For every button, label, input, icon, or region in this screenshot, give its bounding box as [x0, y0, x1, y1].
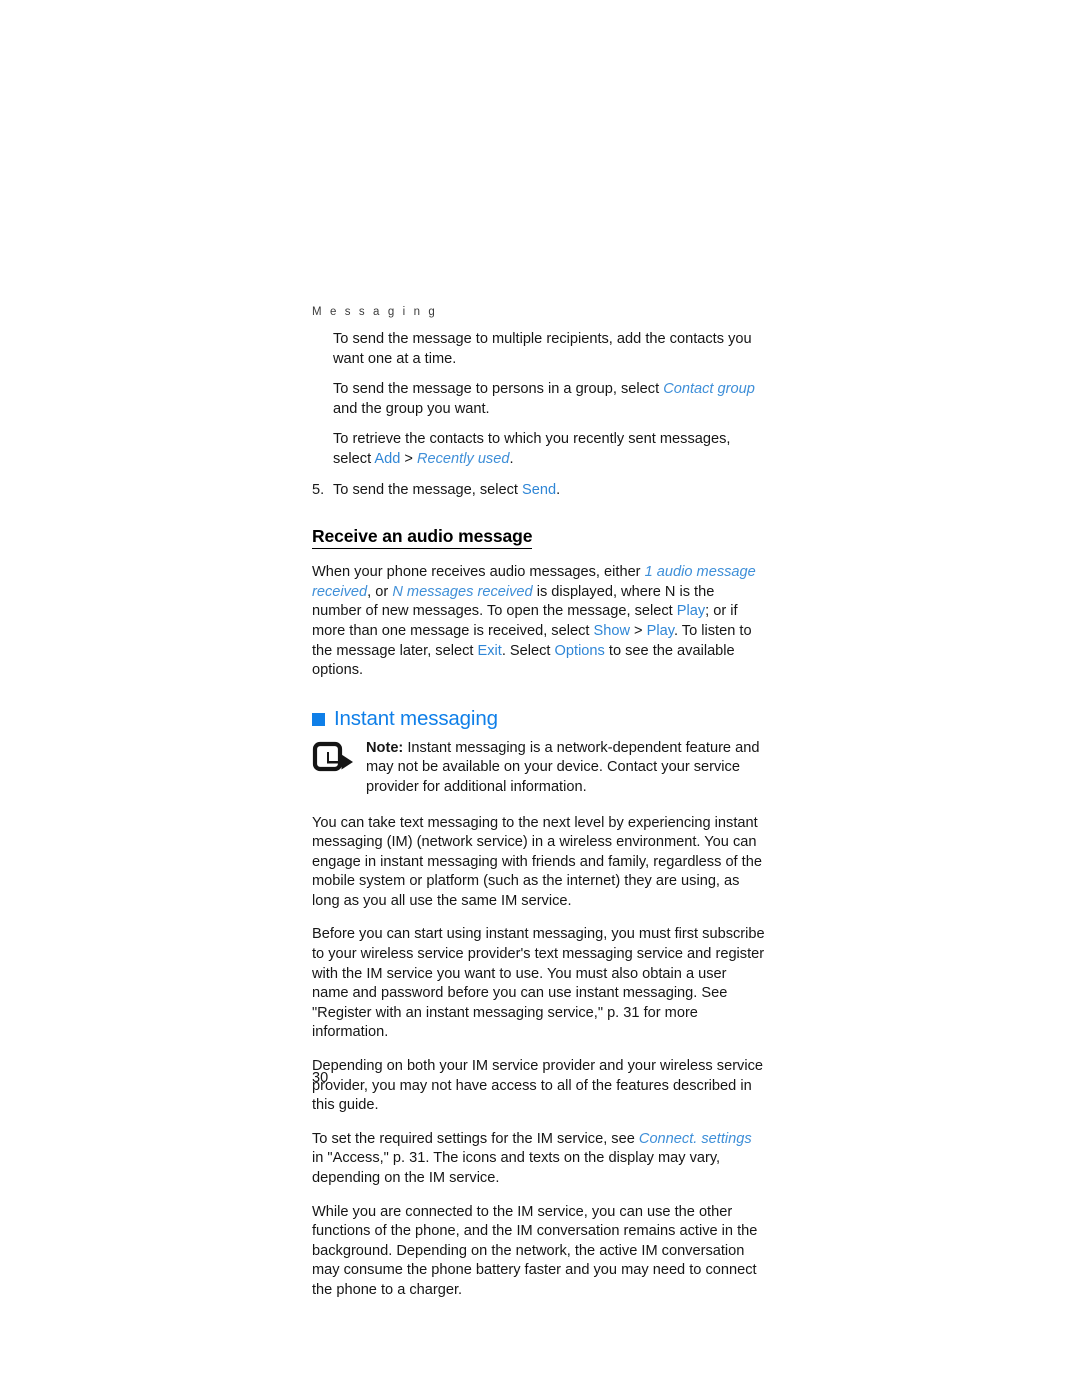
link-send[interactable]: Send — [522, 482, 556, 498]
paragraph-im-background: While you are connected to the IM servic… — [312, 1203, 767, 1301]
text-audio-1: When your phone receives audio messages,… — [312, 564, 645, 581]
heading-instant-messaging: Instant messaging — [312, 707, 767, 731]
text-im-para-4-prefix: To set the required settings for the IM … — [312, 1130, 639, 1147]
text-im-para-1: You can take text messaging to the next … — [312, 814, 762, 909]
text-audio-7: . Select — [501, 642, 555, 659]
paragraph-im-intro: You can take text messaging to the next … — [312, 814, 767, 912]
text-group-prefix: To send the message to persons in a grou… — [333, 381, 664, 398]
paragraph-im-settings: To set the required settings for the IM … — [312, 1130, 767, 1189]
link-contact-group[interactable]: Contact group — [663, 381, 755, 397]
paragraph-multiple-recipients: To send the message to multiple recipien… — [333, 330, 767, 369]
step-5-text: To send the message, select Send. — [333, 481, 767, 501]
step-number: 5. — [312, 481, 325, 498]
text-recent-separator: > — [400, 450, 417, 467]
text-im-para-5: While you are connected to the IM servic… — [312, 1203, 758, 1298]
note-block: Note: Instant messaging is a network-dep… — [312, 739, 767, 798]
paragraph-im-subscribe: Before you can start using instant messa… — [312, 925, 767, 1043]
text-im-para-2: Before you can start using instant messa… — [312, 926, 765, 1041]
list-item-step-5: 5. To send the message, select Send. — [312, 481, 767, 501]
text-recent-suffix: . — [509, 450, 514, 467]
paragraph-audio-message-body: When your phone receives audio messages,… — [312, 563, 767, 681]
link-connect-settings[interactable]: Connect. settings — [639, 1131, 752, 1147]
text-audio-2: , or — [367, 583, 393, 600]
page-number: 30 — [312, 1070, 329, 1086]
note-arrow-icon — [312, 741, 356, 777]
blue-square-bullet-icon — [312, 713, 325, 727]
page-content: To send the message to multiple recipien… — [312, 330, 767, 1312]
note-label: Note: — [366, 739, 404, 756]
link-show[interactable]: Show — [593, 623, 630, 639]
text-step5-suffix: . — [556, 481, 561, 498]
note-text: Note: Instant messaging is a network-dep… — [366, 739, 767, 798]
link-recently-used[interactable]: Recently used — [417, 451, 509, 467]
paragraph-recently-used: To retrieve the contacts to which you re… — [333, 430, 767, 469]
link-add[interactable]: Add — [374, 451, 400, 467]
text-group-suffix: and the group you want. — [333, 400, 490, 417]
link-exit[interactable]: Exit — [477, 643, 501, 659]
link-options[interactable]: Options — [555, 643, 605, 659]
document-page: M e s s a g i n g To send the message to… — [0, 0, 1080, 1397]
link-play-second[interactable]: Play — [647, 623, 674, 639]
text-multiple-recipients: To send the message to multiple recipien… — [333, 331, 752, 367]
subheading-container: Receive an audio message — [312, 511, 767, 556]
running-header: M e s s a g i n g — [312, 306, 438, 318]
paragraph-contact-group: To send the message to persons in a grou… — [333, 380, 767, 419]
note-body: Instant messaging is a network-dependent… — [366, 739, 760, 795]
text-im-para-3: Depending on both your IM service provid… — [312, 1058, 764, 1114]
link-n-messages-received[interactable]: N messages received — [392, 584, 532, 600]
chapter-title-text: Instant messaging — [334, 706, 498, 730]
heading-receive-audio-message: Receive an audio message — [312, 525, 532, 550]
text-step5-prefix: To send the message, select — [333, 481, 523, 498]
paragraph-im-depends: Depending on both your IM service provid… — [312, 1057, 767, 1116]
text-audio-5: > — [630, 622, 647, 639]
text-im-para-4-suffix: in "Access," p. 31. The icons and texts … — [312, 1150, 721, 1186]
link-play-first[interactable]: Play — [677, 603, 705, 619]
